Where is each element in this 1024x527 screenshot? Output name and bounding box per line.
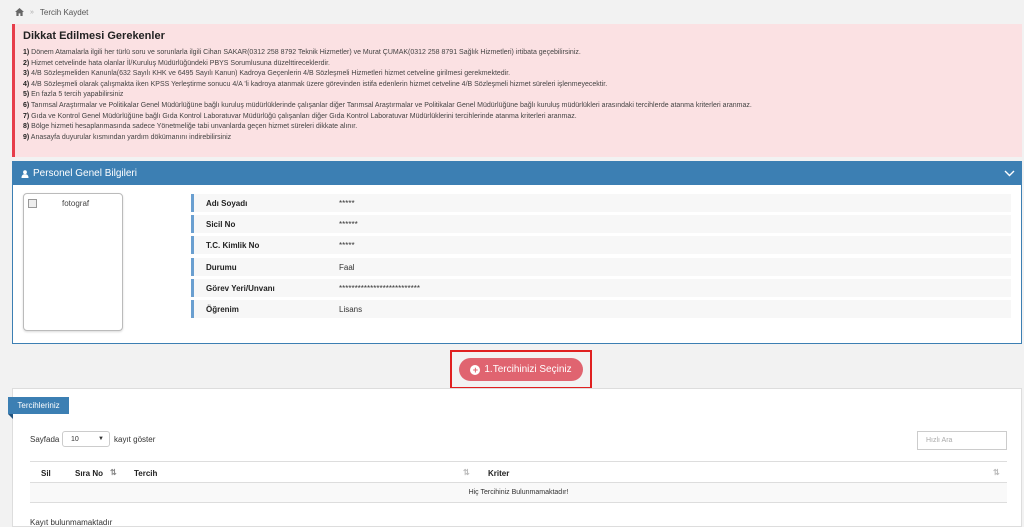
column-sil: Sil — [41, 468, 51, 478]
personnel-info-panel: Personel Genel Bilgileri fotograf Adı So… — [12, 161, 1022, 344]
alert-item-text: 4/B Sözleşmeli olarak çalışmakta iken KP… — [29, 80, 608, 88]
alert-item: 4) 4/B Sözleşmeli olarak çalışmakta iken… — [23, 80, 1014, 91]
info-row: Durumu Faal — [191, 258, 1011, 276]
user-icon — [21, 169, 29, 178]
alert-title: Dikkat Edilmesi Gerekenler — [23, 30, 165, 42]
alert-item-text: Tarımsal Araştırmalar ve Politikalar Gen… — [29, 101, 752, 109]
page-length-value: 10 — [71, 435, 79, 443]
info-label: Öğrenim — [206, 304, 239, 314]
info-label: Durumu — [206, 262, 237, 272]
tab-ribbon-corner — [8, 414, 13, 419]
choose-button-highlight: + 1.Tercihinizi Seçiniz — [450, 350, 592, 389]
warning-alert: Dikkat Edilmesi Gerekenler 1) Dönem Atam… — [12, 24, 1022, 157]
info-value: ***** — [339, 198, 355, 208]
alert-item: 2) Hizmet cetvelinde hata olanlar İl/Kur… — [23, 59, 1014, 70]
info-row: Öğrenim Lisans — [191, 300, 1011, 318]
info-value: Faal — [339, 262, 355, 272]
info-row: Adı Soyadı ***** — [191, 194, 1011, 212]
info-value: ************************** — [339, 283, 420, 293]
quick-search-input[interactable]: Hızlı Ara — [917, 431, 1007, 450]
page-length-prefix: Sayfada — [30, 435, 60, 444]
alert-item-text: Bölge hizmeti hesaplanmasında sadece Yön… — [29, 123, 358, 131]
page-length-select[interactable]: 10 ▼ — [62, 431, 110, 447]
photo-alt-text: fotograf — [62, 199, 90, 208]
alert-list: 1) Dönem Atamalarla ilgili her türlü sor… — [23, 48, 1014, 143]
column-kriter[interactable]: Kriter — [488, 462, 509, 484]
caret-down-icon: ▼ — [98, 436, 104, 442]
info-value: ****** — [339, 219, 358, 229]
plus-circle-icon: + — [470, 364, 481, 375]
alert-item: 7) Gıda ve Kontrol Genel Müdürlüğüne bağ… — [23, 112, 1014, 123]
breadcrumb-separator: » — [30, 8, 34, 16]
info-value: ***** — [339, 240, 355, 250]
alert-item-text: Anasayfa duyurular kısmından yardım dökü… — [29, 133, 232, 141]
info-row: Sicil No ****** — [191, 215, 1011, 233]
personnel-panel-header[interactable]: Personel Genel Bilgileri — [13, 162, 1021, 185]
table-empty-row: Hiç Tercihiniz Bulunmamaktadır! — [30, 483, 1007, 503]
info-label: T.C. Kimlik No — [206, 240, 260, 250]
alert-item-text: En fazla 5 tercih yapabilirsiniz — [29, 91, 124, 99]
page-length-suffix: kayıt göster — [114, 435, 156, 444]
info-label: Sicil No — [206, 219, 236, 229]
alert-item: 6) Tarımsal Araştırmalar ve Politikalar … — [23, 101, 1014, 112]
choose-preference-label: 1.Tercihinizi Seçiniz — [484, 364, 572, 375]
alert-item-text: Gıda ve Kontrol Genel Müdürlüğüne bağlı … — [29, 112, 577, 120]
alert-item-text: Hizmet cetvelinde hata olanlar İl/Kurulu… — [29, 59, 330, 67]
column-tercih[interactable]: Tercih — [134, 462, 157, 484]
alert-item: 9) Anasayfa duyurular kısmından yardım d… — [23, 133, 1014, 144]
breadcrumb-current: Tercih Kaydet — [39, 7, 89, 17]
info-row: Görev Yeri/Unvanı ***********************… — [191, 279, 1011, 297]
sort-icon[interactable]: ⇅ — [993, 468, 1000, 477]
preferences-panel — [12, 388, 1022, 527]
alert-item-text: Dönem Atamalarla ilgili her türlü soru v… — [29, 49, 581, 56]
alert-item: 3) 4/B Sözleşmeliden Kanunla(632 Sayılı … — [23, 69, 1014, 80]
choose-preference-button[interactable]: + 1.Tercihinizi Seçiniz — [459, 358, 583, 381]
personnel-panel-title: Personel Genel Bilgileri — [33, 168, 137, 179]
alert-item-text: 4/B Sözleşmeliden Kanunla(632 Sayılı KHK… — [29, 70, 511, 78]
alert-item: 1) Dönem Atamalarla ilgili her türlü sor… — [23, 48, 1014, 59]
column-sira-no[interactable]: Sıra No — [75, 462, 103, 484]
breadcrumb: » Tercih Kaydet — [0, 0, 1024, 24]
sort-icon[interactable]: ⇅ — [463, 468, 470, 477]
info-row: T.C. Kimlik No ***** — [191, 236, 1011, 254]
alert-item: 5) En fazla 5 tercih yapabilirsiniz — [23, 90, 1014, 101]
broken-image-icon — [28, 199, 37, 208]
table-info: Kayıt bulunmamaktadır — [30, 518, 113, 527]
preferences-table-header: Sil Sıra No ⇅ Tercih ⇅ Kriter ⇅ — [30, 461, 1007, 483]
info-label: Adı Soyadı — [206, 198, 248, 208]
tab-preferences[interactable]: Tercihleriniz — [8, 397, 69, 414]
info-value: Lisans — [339, 304, 363, 314]
sort-asc-icon[interactable]: ⇅ — [110, 468, 117, 477]
profile-photo: fotograf — [23, 193, 123, 331]
alert-item: 8) Bölge hizmeti hesaplanmasında sadece … — [23, 122, 1014, 133]
home-icon[interactable] — [15, 8, 24, 16]
chevron-down-icon[interactable] — [1004, 170, 1015, 177]
info-label: Görev Yeri/Unvanı — [206, 283, 275, 293]
